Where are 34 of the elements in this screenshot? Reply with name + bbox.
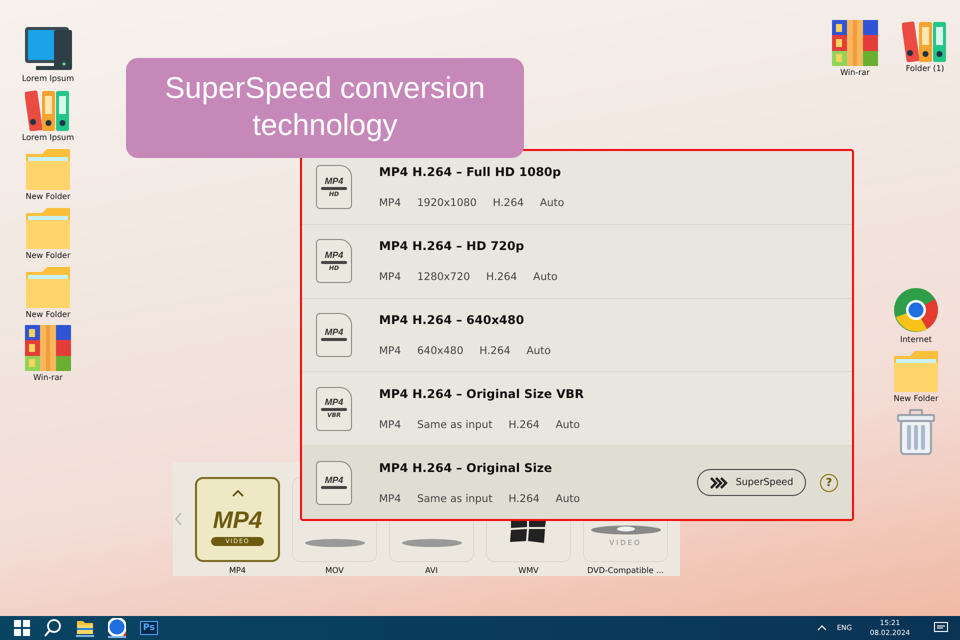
preset-spec: MP4 (379, 197, 402, 210)
format-label: MP4 (229, 566, 246, 575)
preset-spec: 1920x1080 (417, 197, 477, 210)
preset-spec: Auto (556, 492, 580, 505)
format-label: MOV (325, 566, 344, 575)
preset-spec: H.264 (486, 271, 518, 284)
callout-banner: SuperSpeed conversion technology (126, 58, 524, 158)
preset-spec: Auto (540, 197, 564, 210)
preset-spec: 1280x720 (417, 271, 470, 284)
preset-spec: MP4 (379, 418, 402, 431)
preset-spec: Same as input (417, 418, 492, 431)
preset-title: MP4 H.264 – Original Size (379, 460, 554, 475)
format-label: WMV (518, 566, 539, 575)
preset-spec: MP4 (379, 271, 402, 284)
preset-spec: MP4 (379, 344, 402, 357)
preset-spec: Auto (556, 418, 580, 431)
preset-spec: H.264 (508, 492, 540, 505)
preset-spec: MP4 (379, 492, 402, 505)
format-label: AVI (425, 566, 438, 575)
preset-spec: H.264 (492, 197, 524, 210)
format-label: DVD-Compatible ... (587, 566, 664, 575)
preset-spec: Auto (533, 271, 558, 284)
preset-title: MP4 H.264 – HD 720p (379, 239, 526, 254)
preset-spec: Auto (526, 344, 551, 357)
format-logo: MP4 (212, 509, 262, 533)
preset-spec: Same as input (417, 492, 492, 505)
file-icon: MP4 (316, 460, 352, 505)
preset-spec: H.264 (479, 344, 510, 357)
preset-spec: H.264 (508, 418, 540, 431)
preset-title: MP4 H.264 – 640x480 (379, 312, 526, 327)
preset-title: MP4 H.264 – Full HD 1080p (379, 165, 562, 180)
file-icon: MP4 (316, 312, 352, 357)
preset-title: MP4 H.264 – Original Size VBR (379, 386, 585, 401)
preset-spec: 640x480 (417, 344, 464, 357)
